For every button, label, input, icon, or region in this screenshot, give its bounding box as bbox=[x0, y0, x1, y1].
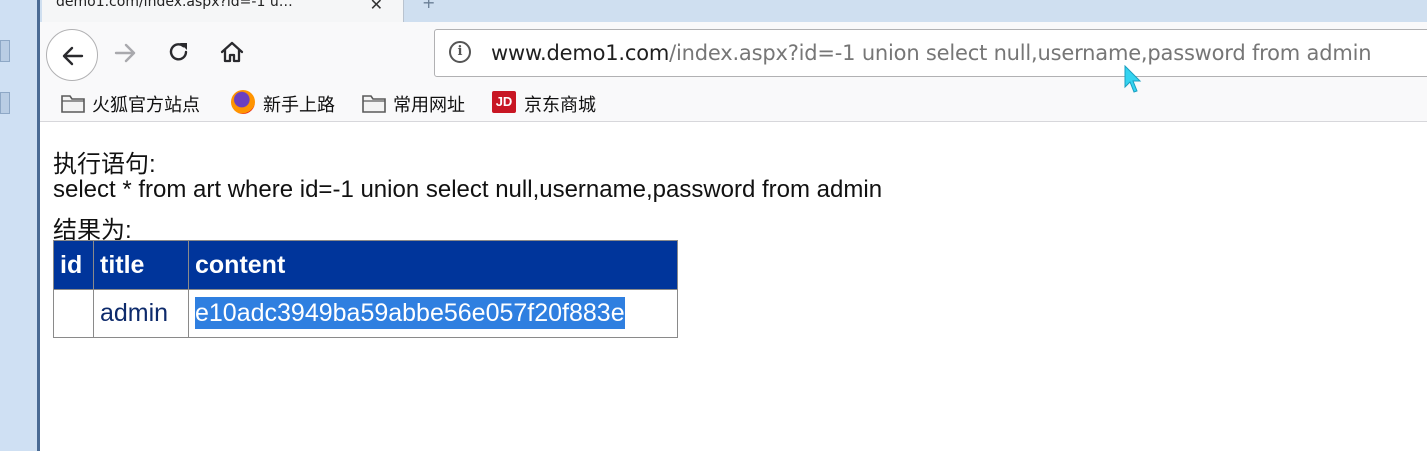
exec-label: 执行语句: bbox=[53, 151, 156, 178]
screen: demo1.com/index.aspx?id=-1 u… ✕ + i www.… bbox=[0, 0, 1427, 451]
sql-statement: select * from art where id=-1 union sele… bbox=[53, 176, 883, 203]
header-id: id bbox=[53, 240, 94, 290]
tab-title: demo1.com/index.aspx?id=-1 u… bbox=[56, 0, 293, 10]
back-button[interactable] bbox=[46, 29, 98, 81]
cell-title: admin bbox=[93, 289, 189, 338]
cell-id bbox=[53, 289, 94, 338]
url-domain: www.demo1.com bbox=[491, 41, 670, 65]
home-icon[interactable] bbox=[218, 38, 246, 66]
jd-icon: JD bbox=[492, 91, 516, 113]
bookmark-label: 常用网址 bbox=[393, 95, 465, 116]
url-path: /index.aspx?id=-1 union select null,user… bbox=[669, 41, 1372, 65]
header-content: content bbox=[188, 240, 678, 290]
mouse-cursor-icon bbox=[1124, 65, 1142, 93]
bookmarks-toolbar: 火狐官方站点 新手上路 常用网址 JD 京东商城 bbox=[40, 86, 1427, 122]
firefox-icon bbox=[231, 90, 255, 114]
selected-hash-text[interactable]: e10adc3949ba59abbe56e057f20f883e bbox=[195, 297, 625, 329]
address-bar[interactable]: i www.demo1.com/index.aspx?id=-1 union s… bbox=[434, 29, 1427, 77]
page-content: 执行语句: select * from art where id=-1 unio… bbox=[40, 122, 1427, 451]
table-header-row: id title content bbox=[53, 240, 678, 290]
back-arrow-icon bbox=[62, 46, 84, 66]
url-text[interactable]: www.demo1.com/index.aspx?id=-1 union sel… bbox=[491, 41, 1372, 65]
bookmark-label: 火狐官方站点 bbox=[92, 95, 200, 116]
left-window-strip bbox=[0, 0, 40, 451]
tab-close-icon[interactable]: ✕ bbox=[370, 0, 383, 14]
header-title: title bbox=[93, 240, 189, 290]
result-table: id title content admin e10adc3949ba59abb… bbox=[53, 240, 678, 338]
strip-button[interactable] bbox=[0, 40, 10, 62]
bookmark-label: 新手上路 bbox=[263, 95, 335, 116]
site-info-icon[interactable]: i bbox=[449, 41, 471, 63]
navigation-toolbar: i www.demo1.com/index.aspx?id=-1 union s… bbox=[40, 22, 1427, 86]
new-tab-icon[interactable]: + bbox=[422, 0, 442, 20]
browser-tab[interactable]: demo1.com/index.aspx?id=-1 u… ✕ bbox=[42, 0, 404, 22]
table-row: admin e10adc3949ba59abbe56e057f20f883e bbox=[53, 289, 678, 338]
cell-content[interactable]: e10adc3949ba59abbe56e057f20f883e bbox=[188, 289, 678, 338]
bookmark-label: 京东商城 bbox=[524, 95, 596, 116]
folder-icon bbox=[61, 95, 85, 113]
tab-strip: demo1.com/index.aspx?id=-1 u… ✕ + bbox=[40, 0, 1427, 22]
forward-arrow-icon[interactable] bbox=[112, 40, 138, 66]
folder-icon bbox=[362, 95, 386, 113]
reload-icon[interactable] bbox=[166, 39, 192, 65]
strip-button[interactable] bbox=[0, 92, 10, 114]
